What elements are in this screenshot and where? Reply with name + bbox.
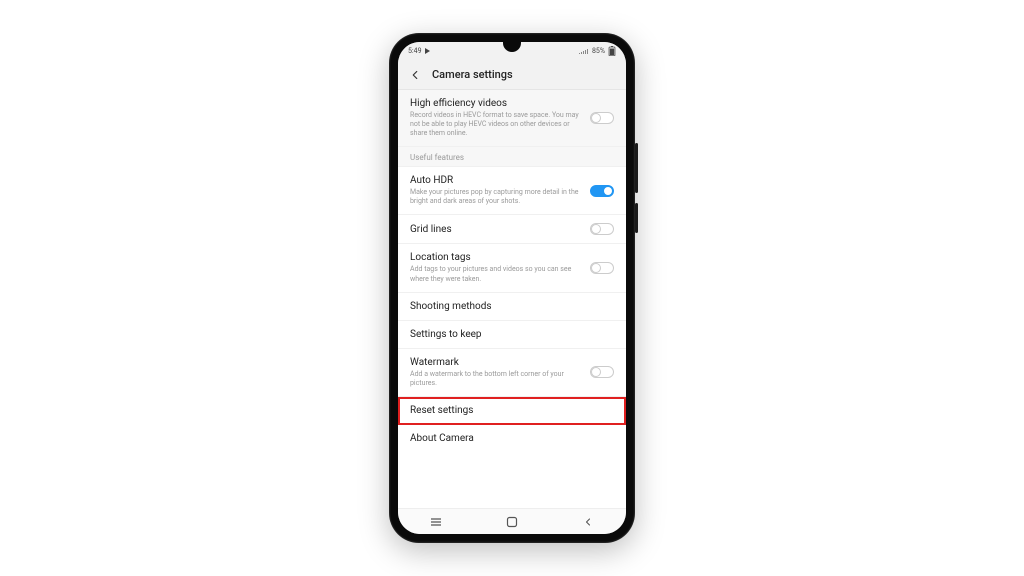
toggle-location-tags[interactable] <box>590 262 614 274</box>
home-button[interactable] <box>474 516 549 528</box>
row-title: Grid lines <box>410 224 582 235</box>
row-settings-to-keep[interactable]: Settings to keep <box>398 321 626 349</box>
power-button <box>635 203 638 233</box>
back-button[interactable] <box>550 516 625 528</box>
row-about-camera[interactable]: About Camera <box>398 425 626 452</box>
phone-screen: 5:49 85% Camera settings H <box>398 42 626 534</box>
navigation-bar <box>398 508 626 534</box>
row-high-efficiency-videos[interactable]: High efficiency videos Record videos in … <box>398 90 626 147</box>
row-auto-hdr[interactable]: Auto HDR Make your pictures pop by captu… <box>398 167 626 215</box>
section-useful-features: Useful features <box>398 147 626 167</box>
toggle-high-efficiency-videos[interactable] <box>590 112 614 124</box>
toggle-grid-lines[interactable] <box>590 223 614 235</box>
phone-frame: 5:49 85% Camera settings H <box>389 33 635 543</box>
battery-text: 85% <box>592 47 605 55</box>
row-title: Shooting methods <box>410 301 614 312</box>
media-icon <box>425 48 430 54</box>
row-title: Reset settings <box>410 405 614 416</box>
row-reset-settings[interactable]: Reset settings <box>398 397 626 425</box>
page-title: Camera settings <box>432 68 513 81</box>
row-title: Settings to keep <box>410 329 614 340</box>
row-shooting-methods[interactable]: Shooting methods <box>398 293 626 321</box>
row-subtitle: Add tags to your pictures and videos so … <box>410 265 582 283</box>
row-watermark[interactable]: Watermark Add a watermark to the bottom … <box>398 349 626 397</box>
row-grid-lines[interactable]: Grid lines <box>398 215 626 244</box>
row-subtitle: Make your pictures pop by capturing more… <box>410 188 582 206</box>
row-title: High efficiency videos <box>410 98 582 109</box>
row-location-tags[interactable]: Location tags Add tags to your pictures … <box>398 244 626 292</box>
toggle-auto-hdr[interactable] <box>590 185 614 197</box>
row-title: Watermark <box>410 357 582 368</box>
row-title: About Camera <box>410 433 614 444</box>
row-subtitle: Record videos in HEVC format to save spa… <box>410 111 582 138</box>
toggle-watermark[interactable] <box>590 366 614 378</box>
settings-list: High efficiency videos Record videos in … <box>398 90 626 508</box>
status-time: 5:49 <box>408 47 422 55</box>
volume-button <box>635 143 638 193</box>
page-header: Camera settings <box>398 60 626 90</box>
recents-button[interactable] <box>398 517 473 527</box>
back-icon[interactable] <box>408 68 422 82</box>
signal-icon <box>579 48 589 55</box>
row-title: Location tags <box>410 252 582 263</box>
row-subtitle: Add a watermark to the bottom left corne… <box>410 370 582 388</box>
row-title: Auto HDR <box>410 175 582 186</box>
battery-icon <box>608 46 616 56</box>
